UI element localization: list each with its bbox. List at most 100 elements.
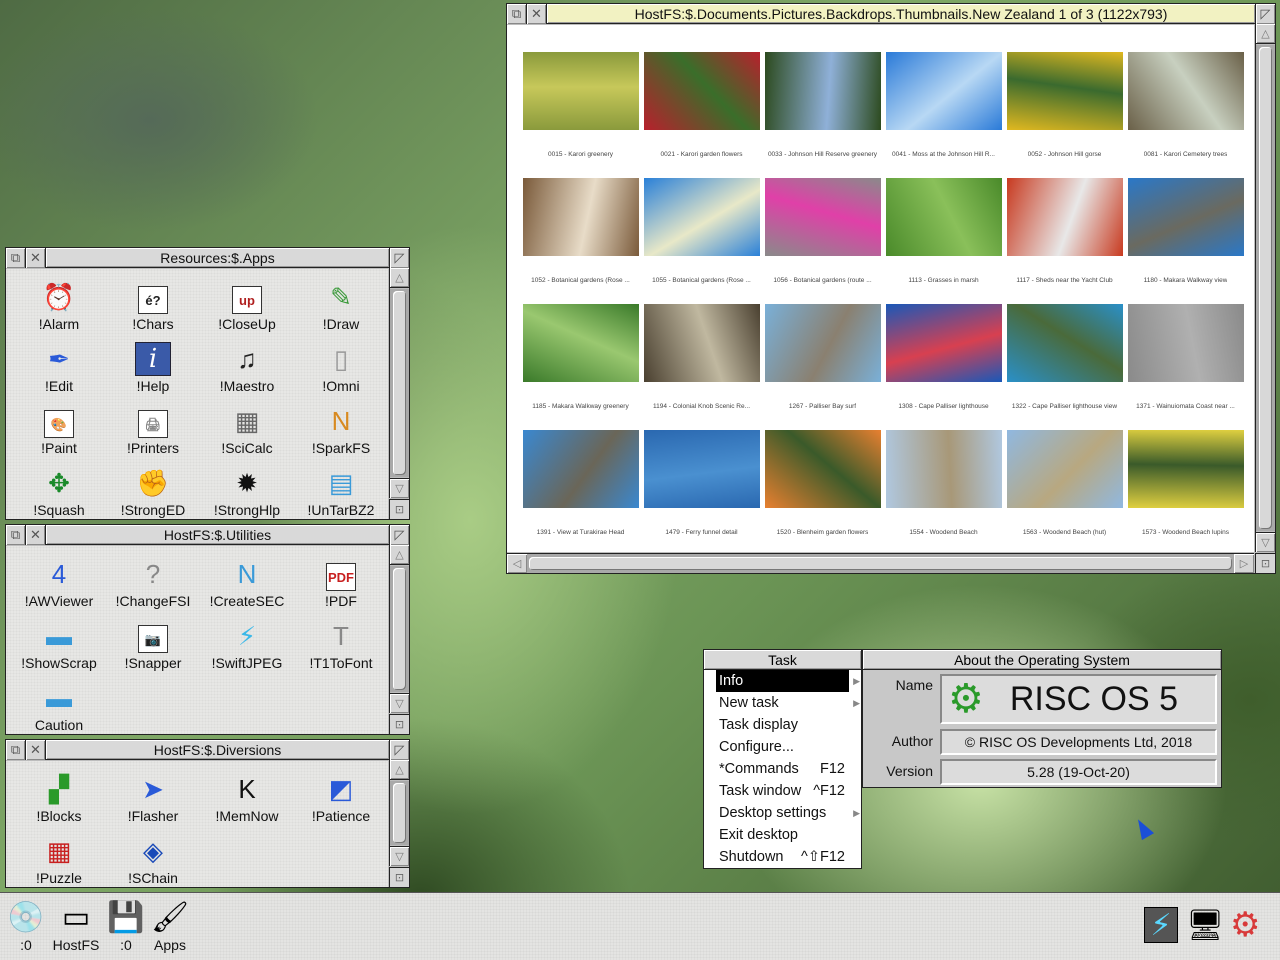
- thumbnail-item[interactable]: 1371 - Wainuiomata Coast near ...: [1125, 304, 1246, 430]
- window-title[interactable]: HostFS:$.Utilities: [46, 525, 389, 544]
- scroll-thumb[interactable]: [393, 291, 406, 475]
- close-icon[interactable]: ✕: [26, 248, 46, 268]
- iconbar-swiftjpeg[interactable]: ⚡: [1144, 907, 1178, 943]
- filer-icon-swiftjpeg[interactable]: ⚡ !SwiftJPEG: [200, 612, 294, 674]
- thumbnail-image[interactable]: [764, 178, 881, 256]
- filer-icon-maestro[interactable]: ♫ !Maestro: [200, 335, 294, 397]
- menu-item--commands[interactable]: *Commands F12: [704, 758, 849, 780]
- filer-icon-alarm[interactable]: ⏰ !Alarm: [12, 273, 106, 335]
- scroll-track[interactable]: [1256, 45, 1275, 531]
- iconbar-hard-disc[interactable]: ▭ HostFS: [52, 899, 100, 954]
- thumbnail-item[interactable]: 1308 - Cape Palliser lighthouse: [883, 304, 1004, 430]
- filer-icon-caution[interactable]: ▬ Caution: [12, 674, 106, 736]
- back-icon[interactable]: ⧉: [6, 248, 26, 268]
- filer-icon-squash[interactable]: ✥ !Squash: [12, 459, 106, 521]
- back-icon[interactable]: ⧉: [6, 740, 26, 760]
- filer-icon-printers[interactable]: 🖨 !Printers: [106, 397, 200, 459]
- filer-icon-memnow[interactable]: K !MemNow: [200, 765, 294, 827]
- filer-icon-flasher[interactable]: ➤ !Flasher: [106, 765, 200, 827]
- thumbnail-image[interactable]: [885, 52, 1002, 130]
- thumbnail-item[interactable]: 1194 - Colonial Knob Scenic Re...: [641, 304, 762, 430]
- title-bar[interactable]: ⧉ ✕ Resources:$.Apps ◸: [6, 248, 409, 268]
- scroll-down-icon[interactable]: ▽: [390, 478, 409, 498]
- thumbnail-image[interactable]: [885, 178, 1002, 256]
- thumbnail-item[interactable]: 0021 - Karori garden flowers: [641, 52, 762, 178]
- thumbnail-item[interactable]: 1055 - Botanical gardens (Rose ...: [641, 178, 762, 304]
- scroll-down-icon[interactable]: ▽: [390, 693, 409, 713]
- toggle-size-icon[interactable]: ◸: [389, 248, 409, 268]
- thumbnail-image[interactable]: [643, 178, 760, 256]
- filer-icon-showscrap[interactable]: ▬ !ShowScrap: [12, 612, 106, 674]
- filer-icon-blocks[interactable]: ▞ !Blocks: [12, 765, 106, 827]
- filer-icon-schain[interactable]: ◈ !SChain: [106, 827, 200, 889]
- scroll-up-icon[interactable]: △: [390, 545, 409, 565]
- title-bar[interactable]: ⧉ ✕ HostFS:$.Utilities ◸: [6, 525, 409, 545]
- thumbnail-image[interactable]: [764, 52, 881, 130]
- thumbnail-image[interactable]: [522, 430, 639, 508]
- filer-icon-sparkfs[interactable]: N !SparkFS: [294, 397, 388, 459]
- scroll-thumb[interactable]: [393, 783, 406, 843]
- thumbnail-image[interactable]: [522, 304, 639, 382]
- resize-icon[interactable]: ⊡: [389, 499, 409, 519]
- filer-icon-patience[interactable]: ◩ !Patience: [294, 765, 388, 827]
- thumbnail-item[interactable]: 1563 - Woodend Beach (hut): [1004, 430, 1125, 556]
- title-bar[interactable]: ⧉ ✕ HostFS:$.Documents.Pictures.Backdrop…: [507, 4, 1275, 24]
- scroll-up-icon[interactable]: △: [390, 268, 409, 288]
- filer-icon-stronghlp[interactable]: ✹ !StrongHlp: [200, 459, 294, 521]
- thumbnail-item[interactable]: 1113 - Grasses in marsh: [883, 178, 1004, 304]
- thumbnail-item[interactable]: 0033 - Johnson Hill Reserve greenery: [762, 52, 883, 178]
- scroll-up-icon[interactable]: △: [1256, 24, 1275, 44]
- thumbnail-item[interactable]: 1052 - Botanical gardens (Rose ...: [520, 178, 641, 304]
- thumbnail-item[interactable]: 0052 - Johnson Hill gorse: [1004, 52, 1125, 178]
- thumbnail-image[interactable]: [1127, 430, 1244, 508]
- thumbnail-image[interactable]: [522, 178, 639, 256]
- iconbar-display[interactable]: 🖥: [1186, 907, 1224, 943]
- iconbar-cd-drive[interactable]: 💿:0: [2, 899, 50, 954]
- menu-item-exit-desktop[interactable]: Exit desktop: [704, 824, 849, 846]
- filer-icon-edit[interactable]: ✒ !Edit: [12, 335, 106, 397]
- resize-icon[interactable]: ⊡: [389, 867, 409, 887]
- h-scroll-thumb[interactable]: [529, 557, 1232, 570]
- thumbnail-item[interactable]: 1322 - Cape Palliser lighthouse view: [1004, 304, 1125, 430]
- toggle-size-icon[interactable]: ◸: [389, 740, 409, 760]
- thumbnail-item[interactable]: 0041 - Moss at the Johnson Hill R...: [883, 52, 1004, 178]
- filer-icon-paint[interactable]: 🎨 !Paint: [12, 397, 106, 459]
- filer-icon-untarbz2[interactable]: ▤ !UnTarBZ2: [294, 459, 388, 521]
- thumbnail-image[interactable]: [1127, 178, 1244, 256]
- thumbnail-image[interactable]: [643, 430, 760, 508]
- scroll-down-icon[interactable]: ▽: [1256, 532, 1275, 552]
- close-icon[interactable]: ✕: [26, 740, 46, 760]
- iconbar-apps[interactable]: 🖌 Apps: [146, 899, 194, 954]
- filer-icon-scicalc[interactable]: ▦ !SciCalc: [200, 397, 294, 459]
- menu-item-desktop-settings[interactable]: Desktop settings ▶: [704, 802, 860, 824]
- thumbnail-item[interactable]: 1391 - View at Turakirae Head: [520, 430, 641, 556]
- vertical-scrollbar[interactable]: △ ▽: [1255, 24, 1275, 552]
- thumbnail-image[interactable]: [1006, 430, 1123, 508]
- back-icon[interactable]: ⧉: [6, 525, 26, 545]
- back-icon[interactable]: ⧉: [507, 4, 527, 24]
- horizontal-scrollbar[interactable]: ◁ ▷: [507, 553, 1254, 573]
- thumbnail-item[interactable]: 0081 - Karori Cemetery trees: [1125, 52, 1246, 178]
- menu-item-task-display[interactable]: Task display: [704, 714, 849, 736]
- scroll-right-icon[interactable]: ▷: [1234, 554, 1254, 573]
- toggle-size-icon[interactable]: ◸: [1255, 4, 1275, 24]
- scroll-down-icon[interactable]: ▽: [390, 846, 409, 866]
- menu-item-info[interactable]: Info ▶: [716, 670, 860, 692]
- menu-item-configure---[interactable]: Configure...: [704, 736, 849, 758]
- scroll-thumb[interactable]: [393, 568, 406, 690]
- filer-icon-pdf[interactable]: PDF !PDF: [294, 550, 388, 612]
- scroll-up-icon[interactable]: △: [390, 760, 409, 780]
- filer-icon-draw[interactable]: ✎ !Draw: [294, 273, 388, 335]
- thumbnail-item[interactable]: 1117 - Sheds near the Yacht Club: [1004, 178, 1125, 304]
- vertical-scrollbar[interactable]: △ ▽: [389, 545, 409, 713]
- thumbnail-image[interactable]: [643, 304, 760, 382]
- thumbnail-image[interactable]: [643, 52, 760, 130]
- filer-icon-createsec[interactable]: N !CreateSEC: [200, 550, 294, 612]
- close-icon[interactable]: ✕: [26, 525, 46, 545]
- scroll-thumb[interactable]: [1259, 47, 1272, 529]
- vertical-scrollbar[interactable]: △ ▽: [389, 268, 409, 498]
- scroll-left-icon[interactable]: ◁: [507, 554, 527, 573]
- thumbnail-item[interactable]: 0015 - Karori greenery: [520, 52, 641, 178]
- thumbnail-item[interactable]: 1185 - Makara Walkway greenery: [520, 304, 641, 430]
- toggle-size-icon[interactable]: ◸: [389, 525, 409, 545]
